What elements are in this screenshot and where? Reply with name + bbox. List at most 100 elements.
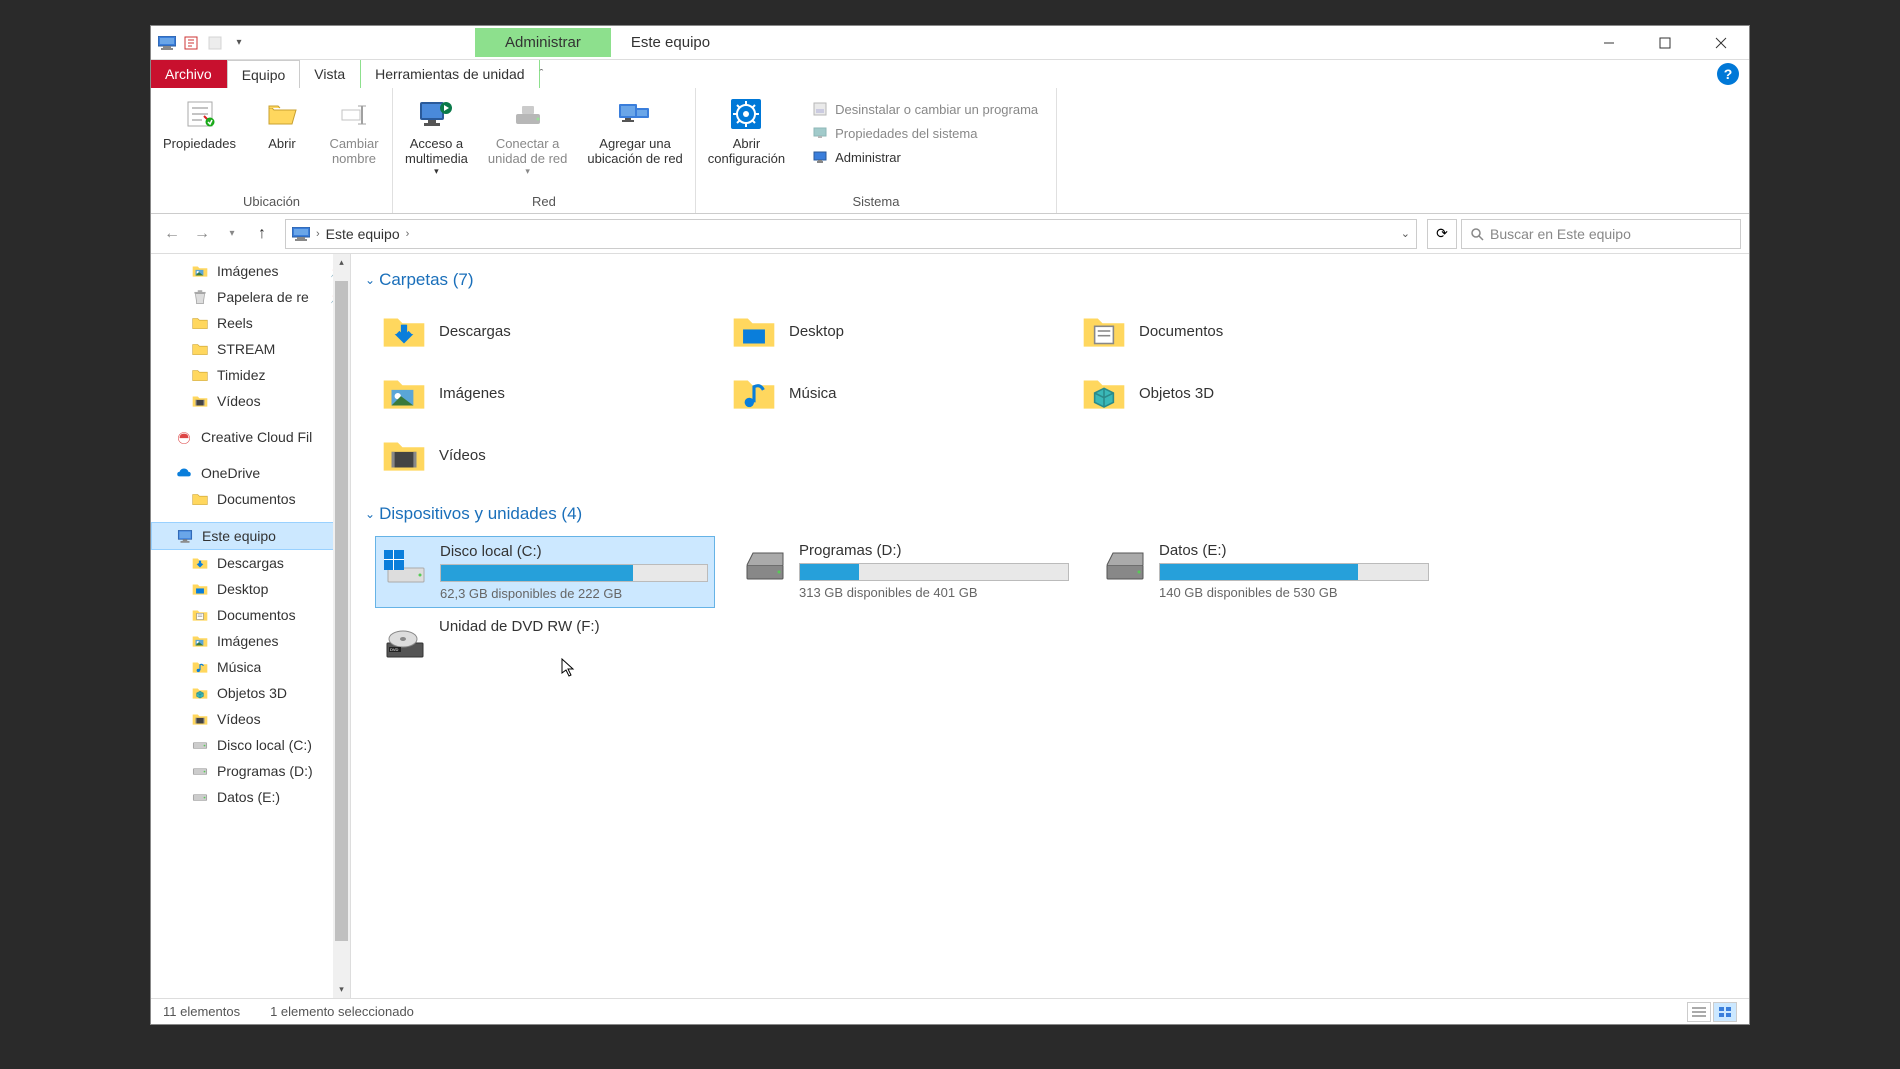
back-button[interactable]: ← <box>159 221 185 247</box>
drive-info: Datos (E:)140 GB disponibles de 530 GB <box>1159 542 1429 600</box>
rename-icon <box>336 96 372 132</box>
content-pane[interactable]: ⌄ Carpetas (7) Descargas Desktop Documento… <box>351 254 1749 998</box>
sidebar-item[interactable]: Vídeos <box>151 388 350 414</box>
crumb-separator[interactable]: › <box>406 228 410 240</box>
details-view-button[interactable] <box>1687 1002 1711 1022</box>
ribbon-rename[interactable]: Cambiar nombre <box>324 94 384 192</box>
recent-dropdown[interactable]: ▾ <box>219 221 245 247</box>
crumb-separator[interactable]: › <box>316 228 320 240</box>
sidebar-item[interactable]: Desktop <box>151 576 350 602</box>
ribbon-properties[interactable]: Propiedades <box>159 94 240 192</box>
scroll-down-icon[interactable]: ▾ <box>333 981 350 998</box>
breadcrumb[interactable]: Este equipo <box>326 226 400 242</box>
drive-item[interactable]: Datos (E:)140 GB disponibles de 530 GB <box>1095 536 1435 608</box>
ribbon-open-settings[interactable]: Abrir configuración <box>704 94 789 192</box>
sidebar-item[interactable]: Objetos 3D <box>151 680 350 706</box>
folder-item[interactable]: Vídeos <box>375 426 705 484</box>
tab-herramientas[interactable]: Herramientas de unidad <box>360 60 539 88</box>
address-bar[interactable]: › Este equipo › ⌄ <box>285 219 1417 249</box>
media-icon <box>418 96 454 132</box>
pictures-icon <box>191 262 209 280</box>
address-dropdown-icon[interactable]: ⌄ <box>1401 227 1410 240</box>
drive-capacity-bar <box>440 564 708 582</box>
ribbon-label: Acceso a multimedia <box>405 136 468 166</box>
scroll-thumb[interactable] <box>335 281 348 941</box>
tab-vista[interactable]: Vista <box>300 60 360 88</box>
drive-item[interactable]: Programas (D:)313 GB disponibles de 401 … <box>735 536 1075 608</box>
folders-group-header[interactable]: ⌄ Carpetas (7) <box>365 264 1735 296</box>
ribbon-group-location: Propiedades Abrir Cambiar nombre Ubicaci… <box>151 88 393 213</box>
context-tab-manage[interactable]: Administrar <box>475 28 611 57</box>
sidebar-item[interactable]: Imágenes <box>151 628 350 654</box>
up-button[interactable]: ↑ <box>249 221 275 247</box>
devices-group-header[interactable]: ⌄ Dispositivos y unidades (4) <box>365 498 1735 530</box>
sidebar-item[interactable]: Este equipo <box>151 522 350 550</box>
minimize-button[interactable] <box>1581 26 1637 60</box>
folder-item[interactable]: Imágenes <box>375 364 705 422</box>
folder-label: Objetos 3D <box>1139 385 1214 402</box>
forward-button[interactable]: → <box>189 221 215 247</box>
dvd-icon: DVD <box>381 622 429 664</box>
svg-text:DVD: DVD <box>390 647 399 652</box>
sidebar-item[interactable]: Documentos <box>151 602 350 628</box>
ribbon-uninstall[interactable]: Desinstalar o cambiar un programa <box>809 98 1040 120</box>
scrollbar[interactable]: ▴▾ <box>333 254 350 998</box>
folder-item[interactable]: Desktop <box>725 302 1055 360</box>
ribbon-add-location[interactable]: Agregar una ubicación de red <box>583 94 686 192</box>
search-box[interactable]: Buscar en Este equipo <box>1461 219 1741 249</box>
view-buttons <box>1687 1002 1737 1022</box>
sidebar-item[interactable]: Documentos <box>151 486 350 512</box>
qat-icon-3[interactable] <box>205 33 225 53</box>
drive-status: 62,3 GB disponibles de 222 GB <box>440 586 708 601</box>
sidebar-item[interactable]: Vídeos <box>151 706 350 732</box>
titlebar: ▾ Administrar Este equipo <box>151 26 1749 60</box>
sidebar-item[interactable]: Creative Cloud Fil <box>151 424 350 450</box>
tiles-view-button[interactable] <box>1713 1002 1737 1022</box>
desktop-icon <box>729 306 779 356</box>
close-button[interactable] <box>1693 26 1749 60</box>
sidebar-item[interactable]: Música <box>151 654 350 680</box>
folder-label: Descargas <box>439 323 511 340</box>
videos-icon <box>191 392 209 410</box>
folder-label: Documentos <box>1139 323 1223 340</box>
tree-label: Música <box>217 659 261 675</box>
sidebar-item[interactable]: OneDrive <box>151 460 350 486</box>
folder-icon <box>191 340 209 358</box>
folder-item[interactable]: Documentos <box>1075 302 1405 360</box>
folder-item[interactable]: Descargas <box>375 302 705 360</box>
properties-icon <box>182 96 218 132</box>
properties-qat-icon[interactable] <box>181 33 201 53</box>
sidebar-item[interactable]: Papelera de re📌 <box>151 284 350 310</box>
ribbon-media-access[interactable]: Acceso a multimedia ▾ <box>401 94 472 192</box>
drive-item[interactable]: DVDUnidad de DVD RW (F:) <box>375 612 715 670</box>
sidebar-item[interactable]: Imágenes📌 <box>151 258 350 284</box>
sidebar-item[interactable]: Programas (D:) <box>151 758 350 784</box>
folder-item[interactable]: Objetos 3D <box>1075 364 1405 422</box>
maximize-button[interactable] <box>1637 26 1693 60</box>
group-title: Dispositivos y unidades (4) <box>379 504 582 524</box>
sidebar-item[interactable]: Reels <box>151 310 350 336</box>
ribbon-map-drive[interactable]: Conectar a unidad de red ▾ <box>484 94 572 192</box>
sidebar-item[interactable]: Disco local (C:) <box>151 732 350 758</box>
ribbon-open[interactable]: Abrir <box>252 94 312 192</box>
hdd-icon <box>1101 546 1149 588</box>
ribbon-system-props[interactable]: Propiedades del sistema <box>809 122 1040 144</box>
tree-label: Documentos <box>217 607 296 623</box>
tab-archivo[interactable]: Archivo <box>151 60 227 88</box>
help-button[interactable]: ? <box>1717 63 1739 85</box>
drive-item[interactable]: Disco local (C:)62,3 GB disponibles de 2… <box>375 536 715 608</box>
scroll-up-icon[interactable]: ▴ <box>333 254 350 271</box>
sidebar-item[interactable]: Descargas <box>151 550 350 576</box>
drive-status: 313 GB disponibles de 401 GB <box>799 585 1069 600</box>
qat-dropdown-icon[interactable]: ▾ <box>229 33 249 53</box>
list-label: Propiedades del sistema <box>835 126 977 141</box>
navigation-pane[interactable]: Imágenes📌Papelera de re📌ReelsSTREAMTimid… <box>151 254 351 998</box>
ribbon-manage[interactable]: Administrar <box>809 146 1040 168</box>
tab-equipo[interactable]: Equipo <box>227 60 301 88</box>
sidebar-item[interactable]: Timidez <box>151 362 350 388</box>
ribbon-collapse-icon[interactable]: ˆ <box>540 68 544 80</box>
refresh-button[interactable]: ⟳ <box>1427 219 1457 249</box>
sidebar-item[interactable]: STREAM <box>151 336 350 362</box>
sidebar-item[interactable]: Datos (E:) <box>151 784 350 810</box>
folder-item[interactable]: Música <box>725 364 1055 422</box>
